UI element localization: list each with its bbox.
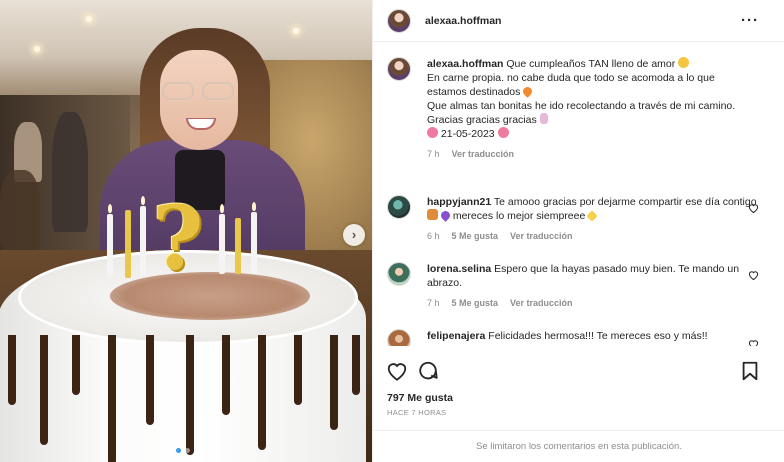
- comment-likes[interactable]: 5 Me gusta: [452, 229, 499, 243]
- background-chair: [0, 170, 40, 250]
- post-photo[interactable]: ? ›: [0, 0, 372, 462]
- candle: [251, 212, 257, 274]
- comment-body: felipenajera Felicidades hermosa!!! Te m…: [427, 329, 757, 343]
- candle: [107, 214, 113, 276]
- author-avatar[interactable]: [387, 9, 411, 33]
- smile-emoji-icon: [678, 57, 690, 68]
- caption-username[interactable]: alexaa.hoffman: [427, 58, 503, 70]
- commenter-avatar[interactable]: [387, 195, 411, 219]
- comment-time[interactable]: 6 h: [427, 229, 440, 243]
- cake-decoration: [110, 272, 310, 320]
- carousel-dots: [152, 448, 222, 456]
- chocolate-drip: [108, 335, 116, 462]
- bookmark-icon[interactable]: [739, 360, 761, 382]
- purple-heart-icon: [439, 209, 452, 222]
- chocolate-drip: [146, 335, 154, 425]
- chocolate-drip: [186, 335, 194, 455]
- comment-text-2: mereces lo mejor siempreee: [452, 210, 586, 222]
- author-username[interactable]: alexaa.hoffman: [425, 15, 501, 27]
- comment-body: happyjann21 Te amooo gracias por dejarme…: [427, 195, 757, 243]
- caption-meta: 7 h Ver traducción: [427, 147, 757, 161]
- candle-flame: [220, 204, 224, 213]
- caption-date: 21-05-2023: [440, 128, 495, 140]
- carousel-next-button[interactable]: ›: [343, 224, 365, 246]
- question-mark-candle: ?: [152, 186, 204, 290]
- caption-line2: En carne propia. no cabe duda que todo s…: [427, 72, 715, 98]
- comment-translate-link[interactable]: Ver traducción: [510, 296, 573, 310]
- comments-list: alexaa.hoffman Que cumpleaños TAN lleno …: [373, 43, 784, 346]
- heart-icon[interactable]: [386, 360, 408, 382]
- comment-text: Felicidades hermosa!!! Te mereces eso y …: [488, 330, 708, 342]
- comment-meta: 7 h 5 Me gusta Ver traducción: [427, 296, 757, 310]
- ceiling-light: [86, 16, 92, 22]
- sparkles-icon: [586, 210, 598, 222]
- comment-body: lorena.selina Espero que la hayas pasado…: [427, 262, 757, 310]
- girl-glasses: [162, 82, 236, 102]
- caption-avatar[interactable]: [387, 57, 411, 81]
- commenter-avatar[interactable]: [387, 262, 411, 286]
- chocolate-drip: [72, 335, 80, 395]
- comment-text: Te amooo gracias por dejarme compartir e…: [493, 196, 757, 208]
- commenter-avatar[interactable]: [387, 329, 411, 346]
- caption-translate-link[interactable]: Ver traducción: [452, 147, 515, 161]
- comment-translate-link[interactable]: Ver traducción: [510, 229, 573, 243]
- heart-icon[interactable]: [748, 203, 759, 213]
- carousel-dot-active: [175, 448, 181, 453]
- post-timestamp[interactable]: HACE 7 HORAS: [387, 408, 446, 417]
- caption-time[interactable]: 7 h: [427, 147, 440, 161]
- comment-time[interactable]: 7 h: [427, 296, 440, 310]
- comment-meta: 6 h 5 Me gusta Ver traducción: [427, 229, 757, 243]
- comment-likes[interactable]: 5 Me gusta: [452, 296, 499, 310]
- flower-icon: [497, 127, 509, 138]
- chocolate-drip: [222, 335, 230, 415]
- caption-body: alexaa.hoffman Que cumpleaños TAN lleno …: [427, 57, 757, 161]
- caption-line4: Gracias gracias gracias: [427, 114, 537, 126]
- chocolate-drip: [352, 335, 360, 395]
- candle: [125, 210, 131, 278]
- comment-username[interactable]: lorena.selina: [427, 263, 491, 275]
- caption-line3: Que almas tan bonitas he ido recolectand…: [427, 100, 736, 112]
- candle-flame: [141, 196, 145, 205]
- chocolate-drip: [258, 335, 266, 450]
- post-side-panel: alexaa.hoffman ··· alexaa.hoffman Que cu…: [372, 0, 784, 462]
- chocolate-drip: [294, 335, 302, 405]
- comments-limited-notice: Se limitaron los comentarios en esta pub…: [373, 430, 784, 462]
- praying-hands-icon: [539, 113, 548, 124]
- heart-icon[interactable]: [748, 270, 759, 280]
- carousel-dot: [184, 448, 190, 453]
- chocolate-drip: [40, 335, 48, 445]
- more-horizontal-icon[interactable]: ···: [741, 12, 759, 29]
- candle-flame: [252, 202, 256, 211]
- carousel-dot: [193, 448, 199, 453]
- likes-count[interactable]: 797 Me gusta: [387, 392, 453, 404]
- candle-flame: [108, 204, 112, 213]
- post-header: alexaa.hoffman ···: [373, 0, 784, 42]
- chocolate-drip: [8, 335, 16, 405]
- heart-icon[interactable]: [748, 339, 759, 346]
- post-actions: [373, 352, 784, 392]
- ceiling-light: [34, 46, 40, 52]
- comment-username[interactable]: felipenajera: [427, 330, 485, 342]
- comment-icon[interactable]: [417, 360, 439, 382]
- comment-username[interactable]: happyjann21: [427, 196, 491, 208]
- candle: [235, 218, 241, 274]
- caption-line1: Que cumpleaños TAN lleno de amor: [506, 58, 676, 70]
- flower-icon: [427, 127, 438, 138]
- background-person: [52, 112, 88, 232]
- candle: [140, 206, 146, 276]
- candle: [219, 214, 225, 274]
- orange-heart-icon: [521, 85, 535, 98]
- hug-emoji-icon: [427, 209, 438, 220]
- ceiling-light: [293, 28, 299, 34]
- chocolate-drip: [330, 335, 338, 430]
